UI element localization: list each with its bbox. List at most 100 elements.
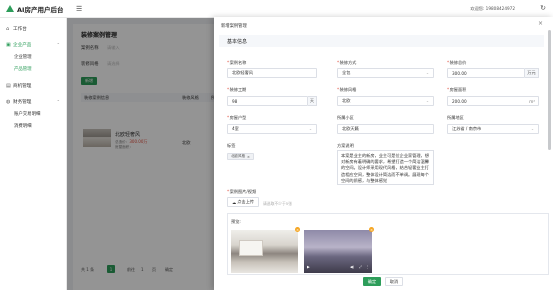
upload-hint: 请选取不少于5张 (263, 201, 292, 206)
sidebar: ⌂ 工作台 ▣ 企业产品 ⌃ 企业管理 产品管理 ▤ 商机管理 ◍ 财务管理 ⌃… (0, 18, 67, 290)
sidebar-item-finance[interactable]: ◍ 财务管理 ⌃ (0, 95, 66, 108)
preview-label: 预览: (231, 219, 241, 224)
sidebar-item-consumption[interactable]: 消费明细 (0, 120, 66, 132)
input-value: 北欧天籁 (342, 126, 359, 131)
case-name-input[interactable]: 北欧轻奢风 (227, 68, 317, 78)
sidebar-item-label: 账户交易明细 (14, 112, 41, 117)
sidebar-item-label: 企业产品 (13, 42, 32, 48)
remove-badge-icon[interactable]: × (295, 227, 300, 232)
sidebar-item-enterprise-products[interactable]: ▣ 企业产品 ⌃ (0, 38, 66, 51)
top-bar: AI房产用户后台 ☰ 欢迎您: 19808424972 ↻ (0, 0, 553, 18)
area-input[interactable]: 200.00 m² (447, 96, 539, 106)
sidebar-item-business-opportunity[interactable]: ▤ 商机管理 (0, 79, 66, 92)
app-title: AI房产用户后台 (17, 5, 64, 14)
case-name-label: *案例名称 (227, 60, 246, 66)
label-text: 装修工期 (229, 87, 247, 92)
home-icon: ⌂ (6, 25, 10, 32)
refresh-icon[interactable]: ↻ (540, 4, 546, 12)
remove-badge-icon[interactable]: × (369, 227, 374, 232)
decor-method-label: *装修方式 (337, 60, 356, 66)
select-value: 江苏省 / 南京市 (452, 126, 482, 131)
input-value: 300.00 (452, 70, 467, 76)
label-text: 房屋面积 (449, 87, 467, 92)
select-value: 全包 (342, 70, 351, 75)
close-icon[interactable]: × (538, 20, 543, 27)
style-label: *装修风格 (337, 87, 356, 93)
media-label: *案例图片/视频 (227, 189, 256, 195)
modal-overlay[interactable] (67, 18, 214, 290)
chevron-down-icon: ⌄ (530, 127, 534, 131)
chevron-up-icon: ⌃ (56, 42, 60, 47)
section-title: 基本信息 (219, 35, 544, 47)
label-text: 案例图片/视频 (229, 189, 257, 194)
tag-chip[interactable]: 北欧风格 × (227, 153, 254, 160)
confirm-button[interactable]: 确定 (363, 277, 381, 286)
label-text: 所属小区 (337, 115, 354, 120)
input-value: 200.00 (452, 98, 467, 104)
sidebar-item-label: 企业管理 (14, 55, 32, 60)
chevron-up-icon: ⌃ (56, 99, 60, 104)
logo: AI房产用户后台 (0, 4, 67, 14)
sidebar-item-product-manage[interactable]: 产品管理 (0, 63, 66, 75)
house-logo-icon (6, 5, 14, 12)
briefcase-icon: ▤ (6, 82, 11, 89)
house-type-label: *房屋户型 (227, 115, 246, 121)
box-icon: ▣ (6, 41, 11, 48)
community-input[interactable]: 北欧天籁 (337, 124, 434, 134)
label-text: 房屋户型 (229, 115, 247, 120)
chevron-down-icon: ⌄ (425, 99, 429, 103)
hamburger-icon[interactable]: ☰ (76, 5, 82, 13)
area-label: *房屋面积 (447, 87, 466, 93)
upload-label: 点击上传 (237, 199, 254, 204)
label-text: 装修风格 (339, 87, 357, 92)
fullscreen-icon[interactable]: ⤢ (359, 265, 362, 269)
label-text: 所属地区 (447, 115, 464, 120)
welcome-text: 欢迎您: 19808424972 (470, 6, 515, 11)
sidebar-item-account-transactions[interactable]: 账户交易明细 (0, 108, 66, 120)
cancel-button[interactable]: 取消 (385, 277, 403, 286)
tags-label: 标签 (227, 143, 235, 149)
region-label: 所属地区 (447, 115, 464, 121)
sidebar-item-label: 消费明细 (14, 124, 32, 129)
house-type-select[interactable]: 4室 ⌄ (227, 124, 317, 134)
input-value: 北欧轻奢风 (232, 70, 253, 75)
more-icon[interactable]: ⋮ (366, 265, 370, 269)
label-text: 案例名称 (229, 60, 247, 65)
style-select[interactable]: 北欧 ⌄ (337, 96, 434, 106)
cloud-upload-icon: ☁ (232, 199, 237, 205)
total-price-label: *装修总价 (447, 60, 466, 66)
close-icon[interactable]: × (247, 155, 250, 159)
upload-button[interactable]: ☁ 点击上传 (227, 197, 259, 207)
video-controls: ▶ ◀) ⤢ ⋮ (304, 265, 372, 271)
sidebar-item-enterprise-manage[interactable]: 企业管理 (0, 51, 66, 63)
sidebar-item-workbench[interactable]: ⌂ 工作台 (0, 22, 66, 35)
select-value: 4室 (232, 126, 239, 131)
duration-input[interactable]: 98 (227, 96, 308, 106)
label-text: 装修方式 (339, 60, 357, 65)
sidebar-item-label: 财务管理 (13, 99, 32, 105)
wallet-icon: ◍ (6, 98, 11, 105)
play-icon[interactable]: ▶ (307, 265, 310, 269)
chevron-down-icon: ⌄ (425, 71, 429, 75)
description-textarea[interactable]: 本案是业主的新房，业主可是位企业家管理，想对新房有着明确的要求，希望打造一个简洁… (337, 150, 434, 185)
tag-text: 北欧风格 (231, 154, 245, 158)
sidebar-item-label: 产品管理 (14, 67, 32, 72)
preview-image[interactable] (231, 230, 298, 273)
chevron-down-icon: ⌄ (308, 127, 312, 131)
drawer-title: 新增案例管理 (221, 24, 247, 29)
duration-label: *装修工期 (227, 87, 246, 93)
volume-icon[interactable]: ◀) (350, 265, 354, 269)
label-text: 方案说明 (337, 143, 354, 148)
drawer-scrollbar[interactable] (548, 30, 551, 150)
decor-method-select[interactable]: 全包 ⌄ (337, 68, 434, 78)
sidebar-item-label: 商机管理 (13, 83, 32, 89)
total-price-input[interactable]: 300.00 (447, 68, 525, 78)
input-value: 98 (232, 98, 238, 104)
community-label: 所属小区 (337, 115, 354, 121)
label-text: 装修总价 (449, 60, 467, 65)
area-unit: m² (529, 98, 535, 104)
sidebar-item-label: 工作台 (13, 26, 27, 32)
label-text: 标签 (227, 143, 236, 148)
region-cascader[interactable]: 江苏省 / 南京市 ⌄ (447, 124, 539, 134)
duration-unit: 天 (308, 96, 317, 106)
